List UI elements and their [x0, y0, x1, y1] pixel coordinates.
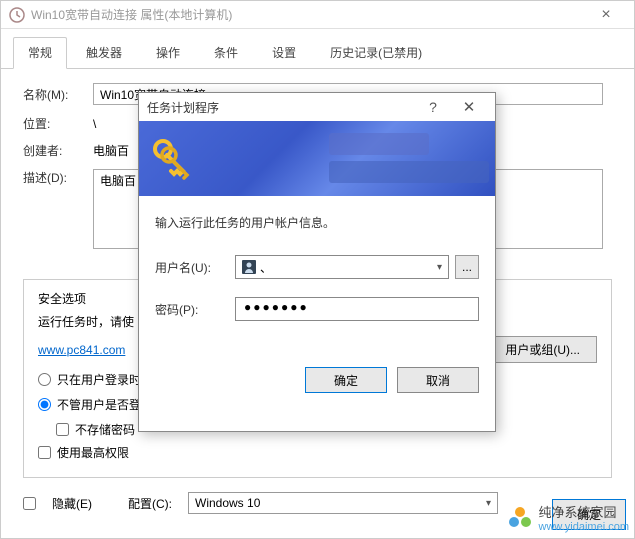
- tab-actions[interactable]: 操作: [141, 37, 195, 68]
- username-combo[interactable]: 、 ▾: [235, 255, 449, 279]
- checkbox-no-store-password[interactable]: [56, 423, 69, 436]
- banner-blur: [329, 133, 429, 155]
- creator-value: 电脑百: [93, 142, 129, 159]
- checkbox-highest-privileges[interactable]: [38, 446, 51, 459]
- checkbox-hidden[interactable]: [23, 497, 36, 510]
- main-close-button[interactable]: ×: [586, 6, 626, 24]
- keys-icon: [147, 135, 195, 183]
- cred-body: 输入运行此任务的用户帐户信息。 用户名(U): 、 ▾ ... 密码(P):: [139, 196, 495, 357]
- chevron-down-icon: ▾: [486, 498, 491, 509]
- username-value: 、: [260, 259, 272, 276]
- password-mask: ●●●●●●●: [244, 300, 309, 314]
- tab-conditions[interactable]: 条件: [199, 37, 253, 68]
- radio-only-logged-on[interactable]: [38, 373, 51, 386]
- clock-icon: [9, 7, 25, 23]
- configure-for-combo[interactable]: Windows 10 ▾: [188, 492, 498, 514]
- chevron-down-icon: ▾: [437, 262, 442, 273]
- tab-settings[interactable]: 设置: [257, 37, 311, 68]
- cred-ok-button[interactable]: 确定: [305, 367, 387, 393]
- help-button[interactable]: ?: [415, 99, 451, 115]
- tab-triggers[interactable]: 触发器: [71, 37, 137, 68]
- tab-history[interactable]: 历史记录(已禁用): [315, 37, 437, 68]
- change-user-button[interactable]: 用户或组(U)...: [488, 336, 597, 363]
- username-label: 用户名(U):: [155, 259, 235, 276]
- hidden-label: 隐藏(E): [52, 495, 92, 512]
- checkbox-no-store-password-label: 不存储密码: [75, 421, 135, 438]
- creator-label: 创建者:: [23, 142, 93, 159]
- main-window-title: Win10宽带自动连接 属性(本地计算机): [31, 6, 586, 23]
- cred-cancel-button[interactable]: 取消: [397, 367, 479, 393]
- radio-only-logged-on-label: 只在用户登录时: [57, 371, 141, 388]
- credential-banner: [139, 121, 495, 196]
- password-input[interactable]: ●●●●●●●: [235, 297, 479, 321]
- banner-blur: [329, 161, 489, 183]
- user-avatar-icon: [242, 260, 256, 274]
- watermark-url: www.yidaimei.com: [539, 521, 629, 533]
- run-as-prompt: 运行任务时，请使: [38, 313, 134, 330]
- watermark: 纯净系统家园 www.yidaimei.com: [507, 502, 629, 533]
- credential-dialog: 任务计划程序 ? ✕ 输入运行此任务的用户帐户信息。 用户名(U):: [138, 92, 496, 432]
- tab-strip: 常规 触发器 操作 条件 设置 历史记录(已禁用): [1, 29, 634, 69]
- configure-for-value: Windows 10: [195, 496, 260, 510]
- security-legend: 安全选项: [38, 292, 86, 306]
- location-value: \: [93, 117, 96, 131]
- cred-close-button[interactable]: ✕: [451, 98, 487, 116]
- configure-for-label: 配置(C):: [128, 495, 172, 512]
- ellipsis-icon: ...: [462, 260, 472, 274]
- radio-whether-logged-on[interactable]: [38, 398, 51, 411]
- browse-user-button[interactable]: ...: [455, 255, 479, 279]
- tab-general[interactable]: 常规: [13, 37, 67, 69]
- watermark-name: 纯净系统家园: [539, 502, 629, 521]
- cred-titlebar: 任务计划程序 ? ✕: [139, 93, 495, 121]
- cred-prompt: 输入运行此任务的用户帐户信息。: [155, 214, 479, 231]
- radio-whether-logged-on-label: 不管用户是否登: [57, 396, 141, 413]
- cred-button-row: 确定 取消: [139, 357, 495, 393]
- main-titlebar: Win10宽带自动连接 属性(本地计算机) ×: [1, 1, 634, 29]
- name-label: 名称(M):: [23, 86, 93, 103]
- account-link[interactable]: www.pc841.com: [38, 343, 125, 357]
- cred-dialog-title: 任务计划程序: [147, 99, 415, 116]
- password-label: 密码(P):: [155, 301, 235, 318]
- watermark-logo-icon: [507, 505, 533, 531]
- description-label: 描述(D):: [23, 169, 93, 186]
- location-label: 位置:: [23, 115, 93, 132]
- checkbox-highest-privileges-label: 使用最高权限: [57, 444, 129, 461]
